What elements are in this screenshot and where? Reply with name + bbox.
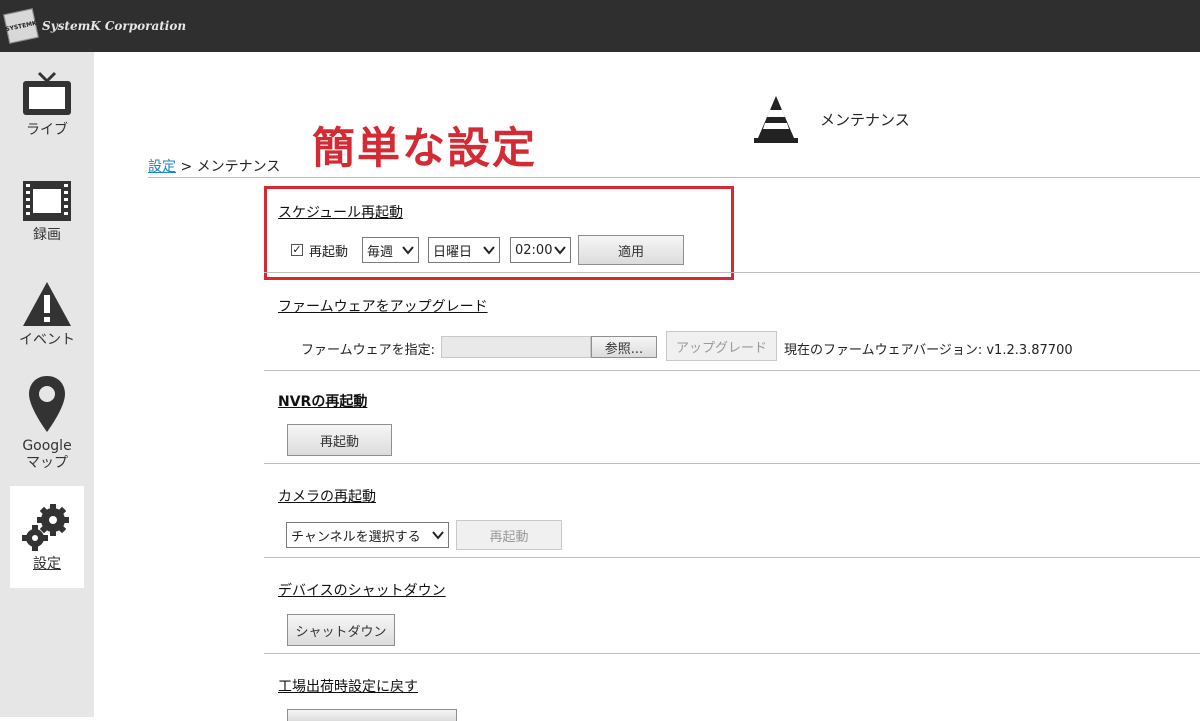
upgrade-button[interactable]: アップグレード [666, 331, 777, 361]
logo-text: SystemK Corporation [42, 19, 187, 33]
firmware-specify-label: ファームウェアを指定: [301, 343, 435, 358]
traffic-cone-icon [754, 96, 798, 143]
day-select[interactable]: 日曜日 [428, 237, 500, 263]
sidebar-item-label: イベント [19, 332, 75, 348]
factory-reset-title: 工場出荷時設定に戻す [278, 679, 418, 695]
time-select[interactable]: 02:00 [510, 237, 571, 263]
nvr-restart-title: NVRの再起動 [278, 394, 368, 410]
breadcrumb-settings-link[interactable]: 設定 [148, 159, 176, 175]
firmware-upgrade-title: ファームウェアをアップグレード [278, 299, 488, 315]
sidebar-item-label: ライブ [26, 122, 68, 138]
sidebar-item-label: Google マップ [22, 438, 72, 471]
channel-select[interactable]: チャンネルを選択する [286, 522, 449, 548]
main-content: 簡単な設定 メンテナンス 設定 > メンテナンス スケジュール再起動 ✓ 再起動… [94, 52, 1200, 721]
shutdown-button[interactable]: シャットダウン [287, 614, 395, 646]
highlight-box [264, 186, 734, 280]
sidebar-item-recording[interactable]: 録画 [10, 179, 84, 259]
breadcrumb: 設定 > メンテナンス [148, 156, 280, 176]
nvr-restart-button[interactable]: 再起動 [287, 424, 392, 456]
page-title: メンテナンス [820, 111, 910, 129]
sidebar-item-live[interactable]: ライブ [10, 70, 84, 150]
sidebar-item-google-map[interactable]: Google マップ [10, 374, 84, 474]
divider [264, 557, 1200, 558]
sidebar-item-events[interactable]: イベント [10, 280, 84, 360]
divider [264, 463, 1200, 464]
warning-icon [23, 282, 71, 326]
sidebar-item-settings[interactable]: 設定 [10, 486, 84, 588]
logo-mark: SYSTEMK [3, 8, 39, 44]
tv-icon [23, 71, 71, 115]
company-logo: SYSTEMK SystemK Corporation [3, 8, 187, 44]
firmware-file-field[interactable] [441, 336, 591, 358]
sidebar: ライブ 録画 イベント Google マップ 設定 [0, 52, 94, 717]
chevron-down-icon [554, 246, 566, 255]
breadcrumb-current: メンテナンス [196, 159, 281, 175]
restart-checkbox-label: 再起動 [309, 245, 349, 260]
camera-restart-button[interactable]: 再起動 [456, 520, 562, 550]
sidebar-item-label: 設定 [33, 556, 61, 572]
current-firmware-version: 現在のファームウェアバージョン: v1.2.3.87700 [784, 343, 1073, 358]
divider [264, 272, 1200, 273]
divider [264, 653, 1200, 654]
divider [264, 370, 1200, 371]
chevron-down-icon [432, 531, 444, 540]
film-icon [23, 181, 71, 221]
top-bar: SYSTEMK SystemK Corporation [0, 0, 1200, 52]
schedule-restart-title: スケジュール再起動 [278, 205, 404, 221]
divider [148, 177, 1200, 178]
breadcrumb-separator: > [180, 159, 193, 175]
camera-restart-title: カメラの再起動 [278, 489, 376, 505]
map-pin-icon [29, 376, 65, 432]
chevron-down-icon [483, 246, 495, 255]
frequency-select[interactable]: 毎週 [362, 237, 419, 263]
factory-reset-button[interactable] [287, 709, 457, 721]
sidebar-item-label: 録画 [33, 227, 61, 243]
annotation-headline: 簡単な設定 [312, 124, 537, 174]
gears-icon [22, 504, 69, 551]
restart-checkbox[interactable]: ✓ [291, 244, 303, 256]
chevron-down-icon [402, 246, 414, 255]
shutdown-title: デバイスのシャットダウン [278, 583, 446, 599]
browse-button[interactable]: 参照... [591, 336, 657, 358]
apply-button[interactable]: 適用 [578, 235, 684, 265]
